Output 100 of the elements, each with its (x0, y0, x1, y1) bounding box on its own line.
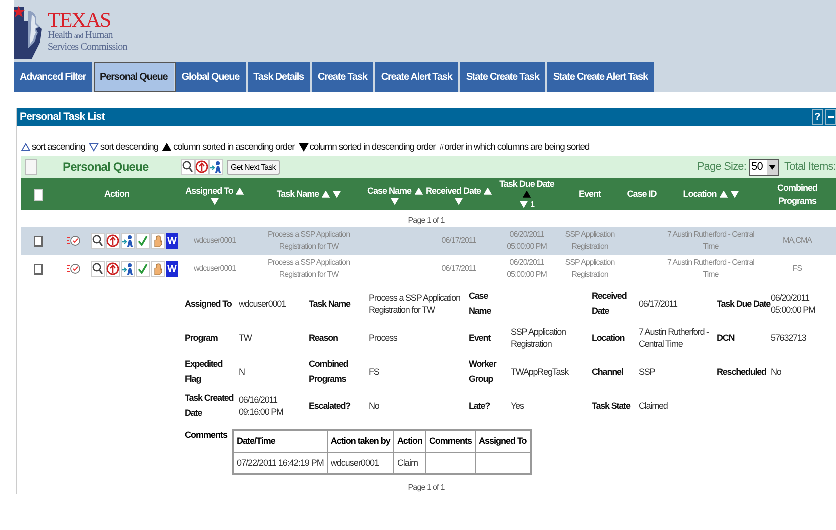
table-cell-text: wdcuser0001 (192, 263, 238, 275)
page-info: Page 1 of 1 (408, 483, 445, 492)
column-header: Case ID (627, 188, 657, 201)
page-size-select[interactable]: 50 (748, 158, 779, 176)
detail-label: Assigned To (185, 298, 233, 311)
page-size-label: Page Size: (697, 161, 747, 173)
logo-title: TEXAS (48, 10, 112, 30)
search-icon[interactable] (181, 159, 195, 175)
sort-ascending-icon (322, 191, 330, 198)
sort-ascending-icon (720, 191, 728, 198)
up-arrow-icon[interactable] (195, 159, 209, 175)
detail-label: Expedited Flag (185, 358, 224, 386)
nav-tab[interactable]: State Create Alert Task (547, 62, 656, 92)
nav-tab[interactable]: Create Alert Task (375, 62, 460, 92)
legend-text: sort descending (100, 142, 158, 152)
detail-value: Yes (511, 400, 526, 412)
table-cell-text: Process a SSP Application Registration for TW (266, 229, 352, 253)
detail-label: Combined Programs (309, 358, 350, 386)
panel-title: Personal Task List (20, 111, 105, 123)
detail-label: Task Due Date (717, 298, 771, 310)
detail-value: FS (369, 366, 380, 378)
sort-order-number: 1 (530, 199, 534, 211)
hand-icon[interactable] (151, 233, 165, 249)
column-header[interactable]: Case Name (367, 184, 412, 198)
caret-icon (768, 164, 776, 170)
table-cell-text: 06/20/2011 05:00:00 PM (506, 229, 548, 253)
detail-value: N (239, 366, 246, 378)
table-cell-text: FS (792, 263, 804, 275)
detail-label: Task Created Date (185, 392, 235, 420)
table-cell-text: MA,CMA (782, 235, 814, 247)
column-header[interactable]: Assigned To (186, 184, 234, 198)
detail-value: wdcuser0001 (239, 298, 287, 310)
detail-label: Received Date (592, 290, 628, 318)
detail-label: Program (185, 332, 219, 345)
table-cell-text: SSP Application Registration (564, 257, 616, 281)
detail-label: Rescheduled (717, 366, 768, 378)
detail-value: 57632713 (771, 332, 808, 344)
detail-value: 06/17/2011 (639, 298, 678, 310)
detail-value: SSP (639, 366, 656, 378)
legend-text: column sorted in ascending order (173, 142, 295, 152)
table-row[interactable]: W wdcuser0001 Process a SSP Application Registration for TW 06/17/2011 06/20/2011 05:00:00 PM SSP Application Registration 7 Austin Rutherford - Central Time MA,CMA (21, 227, 836, 255)
sort-ascending-icon (236, 188, 244, 194)
up-arrow-icon[interactable] (106, 261, 120, 277)
detail-value: 06/16/2011 09:16:00 PM (239, 394, 284, 418)
hand-icon[interactable] (151, 261, 165, 277)
column-header: Comments (426, 430, 476, 452)
detail-value: Process (369, 332, 398, 344)
table-cell-text: 06/17/2011 (440, 235, 478, 247)
sort-ascending-icon (414, 188, 423, 194)
sort-descending-icon (730, 191, 739, 198)
checkmark-icon[interactable] (136, 261, 150, 277)
total-items-label: Total Items: (784, 161, 836, 173)
column-header: Action (394, 430, 426, 452)
nav-tab[interactable]: Personal Queue (94, 62, 176, 92)
filled-up-triangle-icon (162, 142, 172, 152)
detail-value: Process a SSP Application Registration for TW (369, 292, 462, 316)
logo-subtitle: Services Commission (48, 42, 128, 52)
nav-tab[interactable]: Task Details (248, 62, 312, 92)
column-header[interactable]: Received Date (426, 184, 482, 198)
detail-value: 06/20/2011 05:00:00 PM (771, 292, 816, 316)
page-info: Page 1 of 1 (408, 216, 445, 225)
up-arrow-icon[interactable] (106, 233, 120, 249)
table-cell-text: 7 Austin Rutherford - Central Time (666, 229, 756, 253)
sort-descending-icon (455, 198, 463, 204)
help-button[interactable]: ? (812, 109, 823, 125)
nav-tab[interactable]: Global Queue (176, 62, 248, 92)
sort-descending-icon (520, 201, 528, 208)
column-header[interactable]: Location (683, 188, 717, 201)
minimize-button[interactable] (825, 109, 836, 125)
table-cell-text: Process a SSP Application Registration for TW (266, 257, 352, 281)
column-header: Action taken by (327, 430, 394, 452)
nav-tab[interactable]: State Create Task (460, 62, 548, 92)
detail-value: TW (239, 332, 254, 344)
legend-text: order in which columns are being sorted (444, 142, 590, 152)
column-header[interactable]: Task Due Date (500, 178, 554, 191)
w-icon[interactable]: W (166, 261, 178, 277)
nav-tab[interactable]: Create Task (312, 62, 376, 92)
table-cell-text: SSP Application Registration (564, 229, 616, 253)
w-icon[interactable]: W (166, 233, 178, 249)
detail-value: No (771, 366, 782, 378)
legend-text: column sorted in descending order (310, 142, 436, 152)
nav-tab[interactable]: Advanced Filter (14, 62, 94, 92)
checkmark-icon[interactable] (136, 233, 150, 249)
row-checkbox[interactable] (34, 264, 42, 274)
row-checkbox[interactable] (34, 236, 42, 246)
column-header: Event (578, 188, 601, 201)
detail-label: Channel (592, 366, 624, 378)
get-next-task-button[interactable]: Get Next Task (227, 160, 280, 174)
filled-down-triangle-icon (298, 142, 309, 152)
column-header: Combined Programs (776, 182, 818, 208)
sort-ascending-icon (484, 188, 492, 194)
detail-label: Event (469, 332, 492, 344)
sort-descending-icon (211, 198, 219, 204)
minimize-icon (828, 116, 834, 118)
search-icon[interactable] (91, 261, 105, 277)
detail-label: DCN (717, 332, 736, 344)
select-all-checkbox[interactable] (34, 188, 42, 200)
column-header[interactable]: Task Name (276, 188, 320, 201)
detail-value: Claimed (639, 400, 669, 412)
search-icon[interactable] (91, 233, 105, 249)
